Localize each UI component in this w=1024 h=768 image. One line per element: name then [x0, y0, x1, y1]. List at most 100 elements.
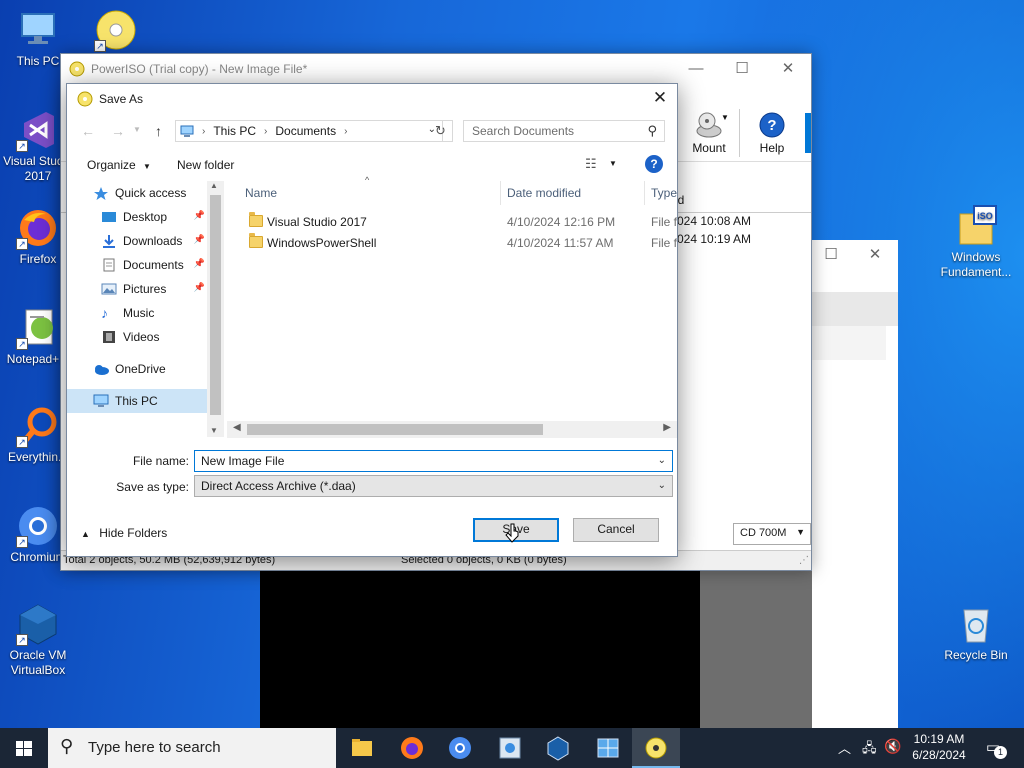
chevron-up-icon[interactable]: ︿	[838, 738, 851, 757]
nav-item-quick-access[interactable]: Quick access	[67, 181, 207, 205]
file-date: 4/10/2024 11:57 AM	[507, 236, 614, 250]
close-icon[interactable]: ✕	[765, 54, 811, 84]
hide-folders-label: Hide Folders	[99, 526, 168, 540]
desktop-icon-label: Recycle Bin	[944, 648, 1008, 662]
taskbar-virtualbox[interactable]	[534, 728, 582, 768]
column-header-date[interactable]: Date modified	[507, 186, 581, 200]
chevron-down-icon[interactable]: ▼	[133, 125, 141, 134]
disc-icon: ↗	[94, 8, 138, 52]
file-name-field[interactable]: New Image File ⌄	[194, 450, 673, 472]
view-options-icon[interactable]: ☷	[585, 156, 597, 172]
taskbar-firefox[interactable]	[388, 728, 436, 768]
chevron-down-icon[interactable]: ⌄	[658, 455, 666, 466]
desktop-icon-label: Windows Fundament...	[940, 250, 1012, 279]
hide-folders-button[interactable]: ▲ Hide Folders	[81, 526, 167, 540]
desktop-icon-virtualbox[interactable]: ↗ Oracle VM VirtualBox	[0, 602, 76, 678]
command-bar: Organize ▼ New folder ☷ ▼ ?	[67, 150, 677, 180]
address-bar	[812, 326, 886, 360]
clock[interactable]: 10:19 AM 6/28/2024	[904, 731, 974, 763]
maximize-icon[interactable]: ☐	[719, 54, 765, 84]
start-button[interactable]	[0, 728, 48, 768]
breadcrumb-item[interactable]: Documents	[275, 124, 336, 138]
scroll-right-icon[interactable]: ▶	[663, 422, 671, 433]
chromium-icon	[449, 737, 471, 759]
scroll-down-icon[interactable]: ▼	[210, 426, 218, 435]
save-type-label: Save as type:	[116, 480, 189, 494]
save-type-select[interactable]: Direct Access Archive (*.daa) ⌄	[194, 475, 673, 497]
chevron-down-icon[interactable]: ⌄	[658, 480, 666, 491]
desktop-icon-windows-iso[interactable]: iSO Windows Fundament...	[936, 204, 1016, 280]
search-input[interactable]: Search Documents ⚲	[463, 120, 665, 142]
console-window	[260, 571, 700, 728]
column-header-name[interactable]: Name	[245, 186, 277, 200]
chevron-up-icon: ▲	[81, 529, 90, 539]
scroll-thumb[interactable]	[247, 424, 543, 435]
nav-item-documents[interactable]: Documents 📌	[67, 253, 207, 277]
column-header-type[interactable]: Type	[651, 186, 677, 200]
network-icon[interactable]: 🖧	[862, 739, 877, 761]
scroll-left-icon[interactable]: ◀	[233, 422, 241, 433]
nav-label: OneDrive	[115, 362, 166, 376]
close-icon[interactable]: ✕	[852, 240, 898, 270]
nav-item-this-pc[interactable]: This PC	[67, 389, 207, 413]
refresh-icon[interactable]: ↻	[429, 120, 453, 142]
help-icon[interactable]: ?	[645, 155, 663, 173]
clock-date: 6/28/2024	[912, 748, 966, 762]
mount-button[interactable]: Mount ▼	[687, 111, 731, 155]
save-as-dialog: Save As ✕ ← → ▼ ↑ › This PC › Documents …	[66, 83, 678, 557]
notification-center-icon[interactable]: ▭ 1	[982, 738, 1007, 759]
nav-item-music[interactable]: ♪ Music	[67, 301, 207, 325]
nav-item-pictures[interactable]: Pictures 📌	[67, 277, 207, 301]
taskbar-file-explorer[interactable]	[338, 728, 386, 768]
vertical-scrollbar[interactable]: ▲ ▼	[207, 181, 224, 437]
taskbar-poweriso[interactable]	[632, 728, 680, 768]
taskbar-chromium[interactable]	[436, 728, 484, 768]
file-row[interactable]: WindowsPowerShell 4/10/2024 11:57 AM Fil…	[227, 232, 677, 254]
save-type-value: Direct Access Archive (*.daa)	[201, 479, 356, 493]
nav-item-videos[interactable]: Videos	[67, 325, 207, 349]
column-separator[interactable]	[500, 181, 501, 205]
media-size-select[interactable]: CD 700M ▼	[733, 523, 811, 545]
shortcut-arrow-icon: ↗	[16, 238, 28, 250]
column-separator[interactable]	[644, 181, 645, 205]
background-window-pane	[700, 571, 812, 728]
organize-button[interactable]: Organize ▼	[87, 158, 151, 172]
horizontal-scrollbar[interactable]: ◀ ▶	[227, 421, 677, 438]
breadcrumb-item[interactable]: This PC	[213, 124, 256, 138]
scroll-thumb[interactable]	[210, 195, 221, 415]
file-row[interactable]: Visual Studio 2017 4/10/2024 12:16 PM Fi…	[227, 211, 677, 233]
picture-icon	[101, 282, 117, 296]
minimize-icon[interactable]: —	[673, 54, 719, 84]
new-folder-button[interactable]: New folder	[177, 158, 234, 172]
volume-muted-icon[interactable]: 🔇	[884, 738, 901, 755]
resize-grip-icon[interactable]: ⋰	[799, 555, 809, 566]
desktop-icon-poweriso[interactable]: ↗	[78, 8, 154, 54]
maximize-icon[interactable]: ☐	[808, 240, 854, 270]
nav-item-downloads[interactable]: Downloads 📌	[67, 229, 207, 253]
svg-text:?: ?	[767, 117, 776, 134]
nav-item-desktop[interactable]: Desktop 📌	[67, 205, 207, 229]
desktop-icon-label: Chromium	[10, 550, 66, 564]
up-arrow-icon[interactable]: ↑	[155, 123, 162, 139]
cancel-button[interactable]: Cancel	[573, 518, 659, 542]
desktop-icon-label: Oracle VM VirtualBox	[9, 648, 67, 677]
nav-item-onedrive[interactable]: OneDrive	[67, 357, 207, 381]
taskbar-search-box[interactable]: ⚲ Type here to search	[48, 728, 336, 768]
chromium-icon: ↗	[16, 504, 60, 548]
firefox-icon	[401, 737, 423, 759]
windows-iso-icon	[597, 738, 619, 758]
address-bar[interactable]: › This PC › Documents › ⌄	[175, 120, 443, 142]
star-icon	[93, 186, 109, 200]
nav-label: This PC	[115, 394, 158, 408]
scroll-up-icon[interactable]: ▲	[210, 181, 218, 190]
taskbar-windows-app[interactable]	[584, 728, 632, 768]
taskbar-app[interactable]	[486, 728, 534, 768]
chevron-down-icon[interactable]: ▼	[609, 159, 617, 168]
help-button[interactable]: ? Help	[751, 111, 793, 155]
forward-arrow-icon[interactable]: →	[111, 123, 125, 139]
desktop-icon-recycle-bin[interactable]: Recycle Bin	[936, 602, 1016, 663]
close-icon[interactable]: ✕	[643, 84, 677, 114]
film-icon	[101, 330, 117, 344]
back-arrow-icon[interactable]: ←	[81, 123, 95, 139]
clock-time: 10:19 AM	[913, 732, 965, 746]
